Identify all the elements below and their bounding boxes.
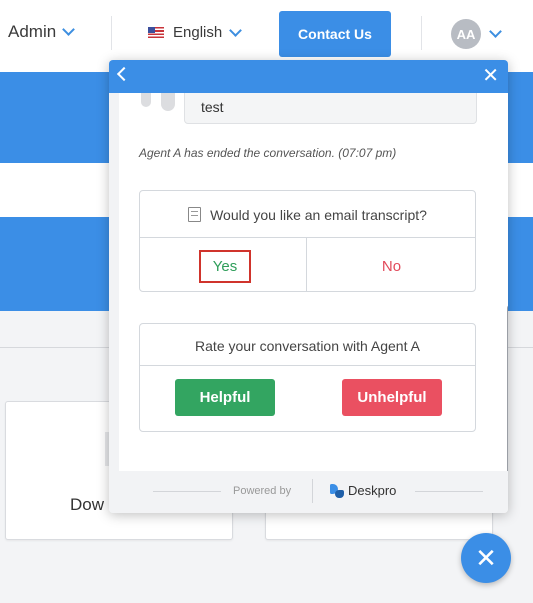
chat-body: test Agent A has ended the conversation.… — [119, 93, 508, 471]
close-icon[interactable]: ✕ — [482, 66, 499, 86]
contact-us-button[interactable]: Contact Us — [279, 11, 391, 57]
box-divider — [140, 237, 475, 238]
card-title: Dow — [70, 495, 105, 514]
box-divider — [140, 365, 475, 366]
user-menu[interactable]: AA — [451, 19, 502, 49]
chevron-left-icon[interactable] — [116, 66, 132, 82]
chevron-down-icon — [229, 23, 243, 37]
avatar: AA — [451, 19, 481, 49]
transcript-yes-button[interactable]: Yes — [199, 250, 251, 283]
chevron-down-icon — [489, 25, 502, 38]
admin-label: Admin — [8, 22, 57, 41]
chat-footer: Powered by Deskpro — [109, 471, 508, 513]
us-flag-icon — [148, 27, 164, 38]
brand-label: Deskpro — [348, 483, 397, 498]
admin-menu[interactable]: Admin — [8, 22, 76, 42]
transcript-question: Would you like an email transcript? — [140, 207, 475, 223]
deskpro-logo-icon — [330, 483, 344, 498]
chevron-down-icon — [62, 23, 76, 36]
footer-rule — [153, 491, 221, 492]
header-divider — [421, 16, 422, 50]
rating-box: Rate your conversation with Agent A Help… — [139, 323, 476, 432]
deskpro-brand-link[interactable]: Deskpro — [330, 483, 396, 498]
footer-divider — [312, 479, 313, 503]
system-note: Agent A has ended the conversation. (07:… — [139, 146, 397, 160]
chat-widget: ✕ test Agent A has ended the conversatio… — [109, 60, 508, 513]
footer-rule — [415, 491, 483, 492]
transcript-box: Would you like an email transcript? Yes … — [139, 190, 476, 292]
chat-scrollbar[interactable] — [507, 305, 508, 471]
document-icon — [188, 207, 202, 222]
close-chat-button[interactable]: ✕ — [461, 533, 511, 583]
unhelpful-button[interactable]: Unhelpful — [342, 379, 442, 416]
agent-avatar-icon — [141, 93, 175, 111]
transcript-no-button[interactable]: No — [308, 239, 475, 293]
language-selector[interactable]: English — [148, 23, 243, 41]
header-divider — [111, 16, 112, 50]
message-bubble: test — [184, 93, 477, 124]
powered-by-label: Powered by — [233, 485, 292, 497]
helpful-button[interactable]: Helpful — [175, 379, 275, 416]
chat-header: ✕ — [109, 60, 508, 93]
rating-question: Rate your conversation with Agent A — [195, 338, 420, 354]
box-divider — [306, 238, 307, 292]
message-text: test — [201, 99, 224, 115]
close-icon: ✕ — [475, 542, 497, 573]
language-label: English — [173, 24, 223, 41]
